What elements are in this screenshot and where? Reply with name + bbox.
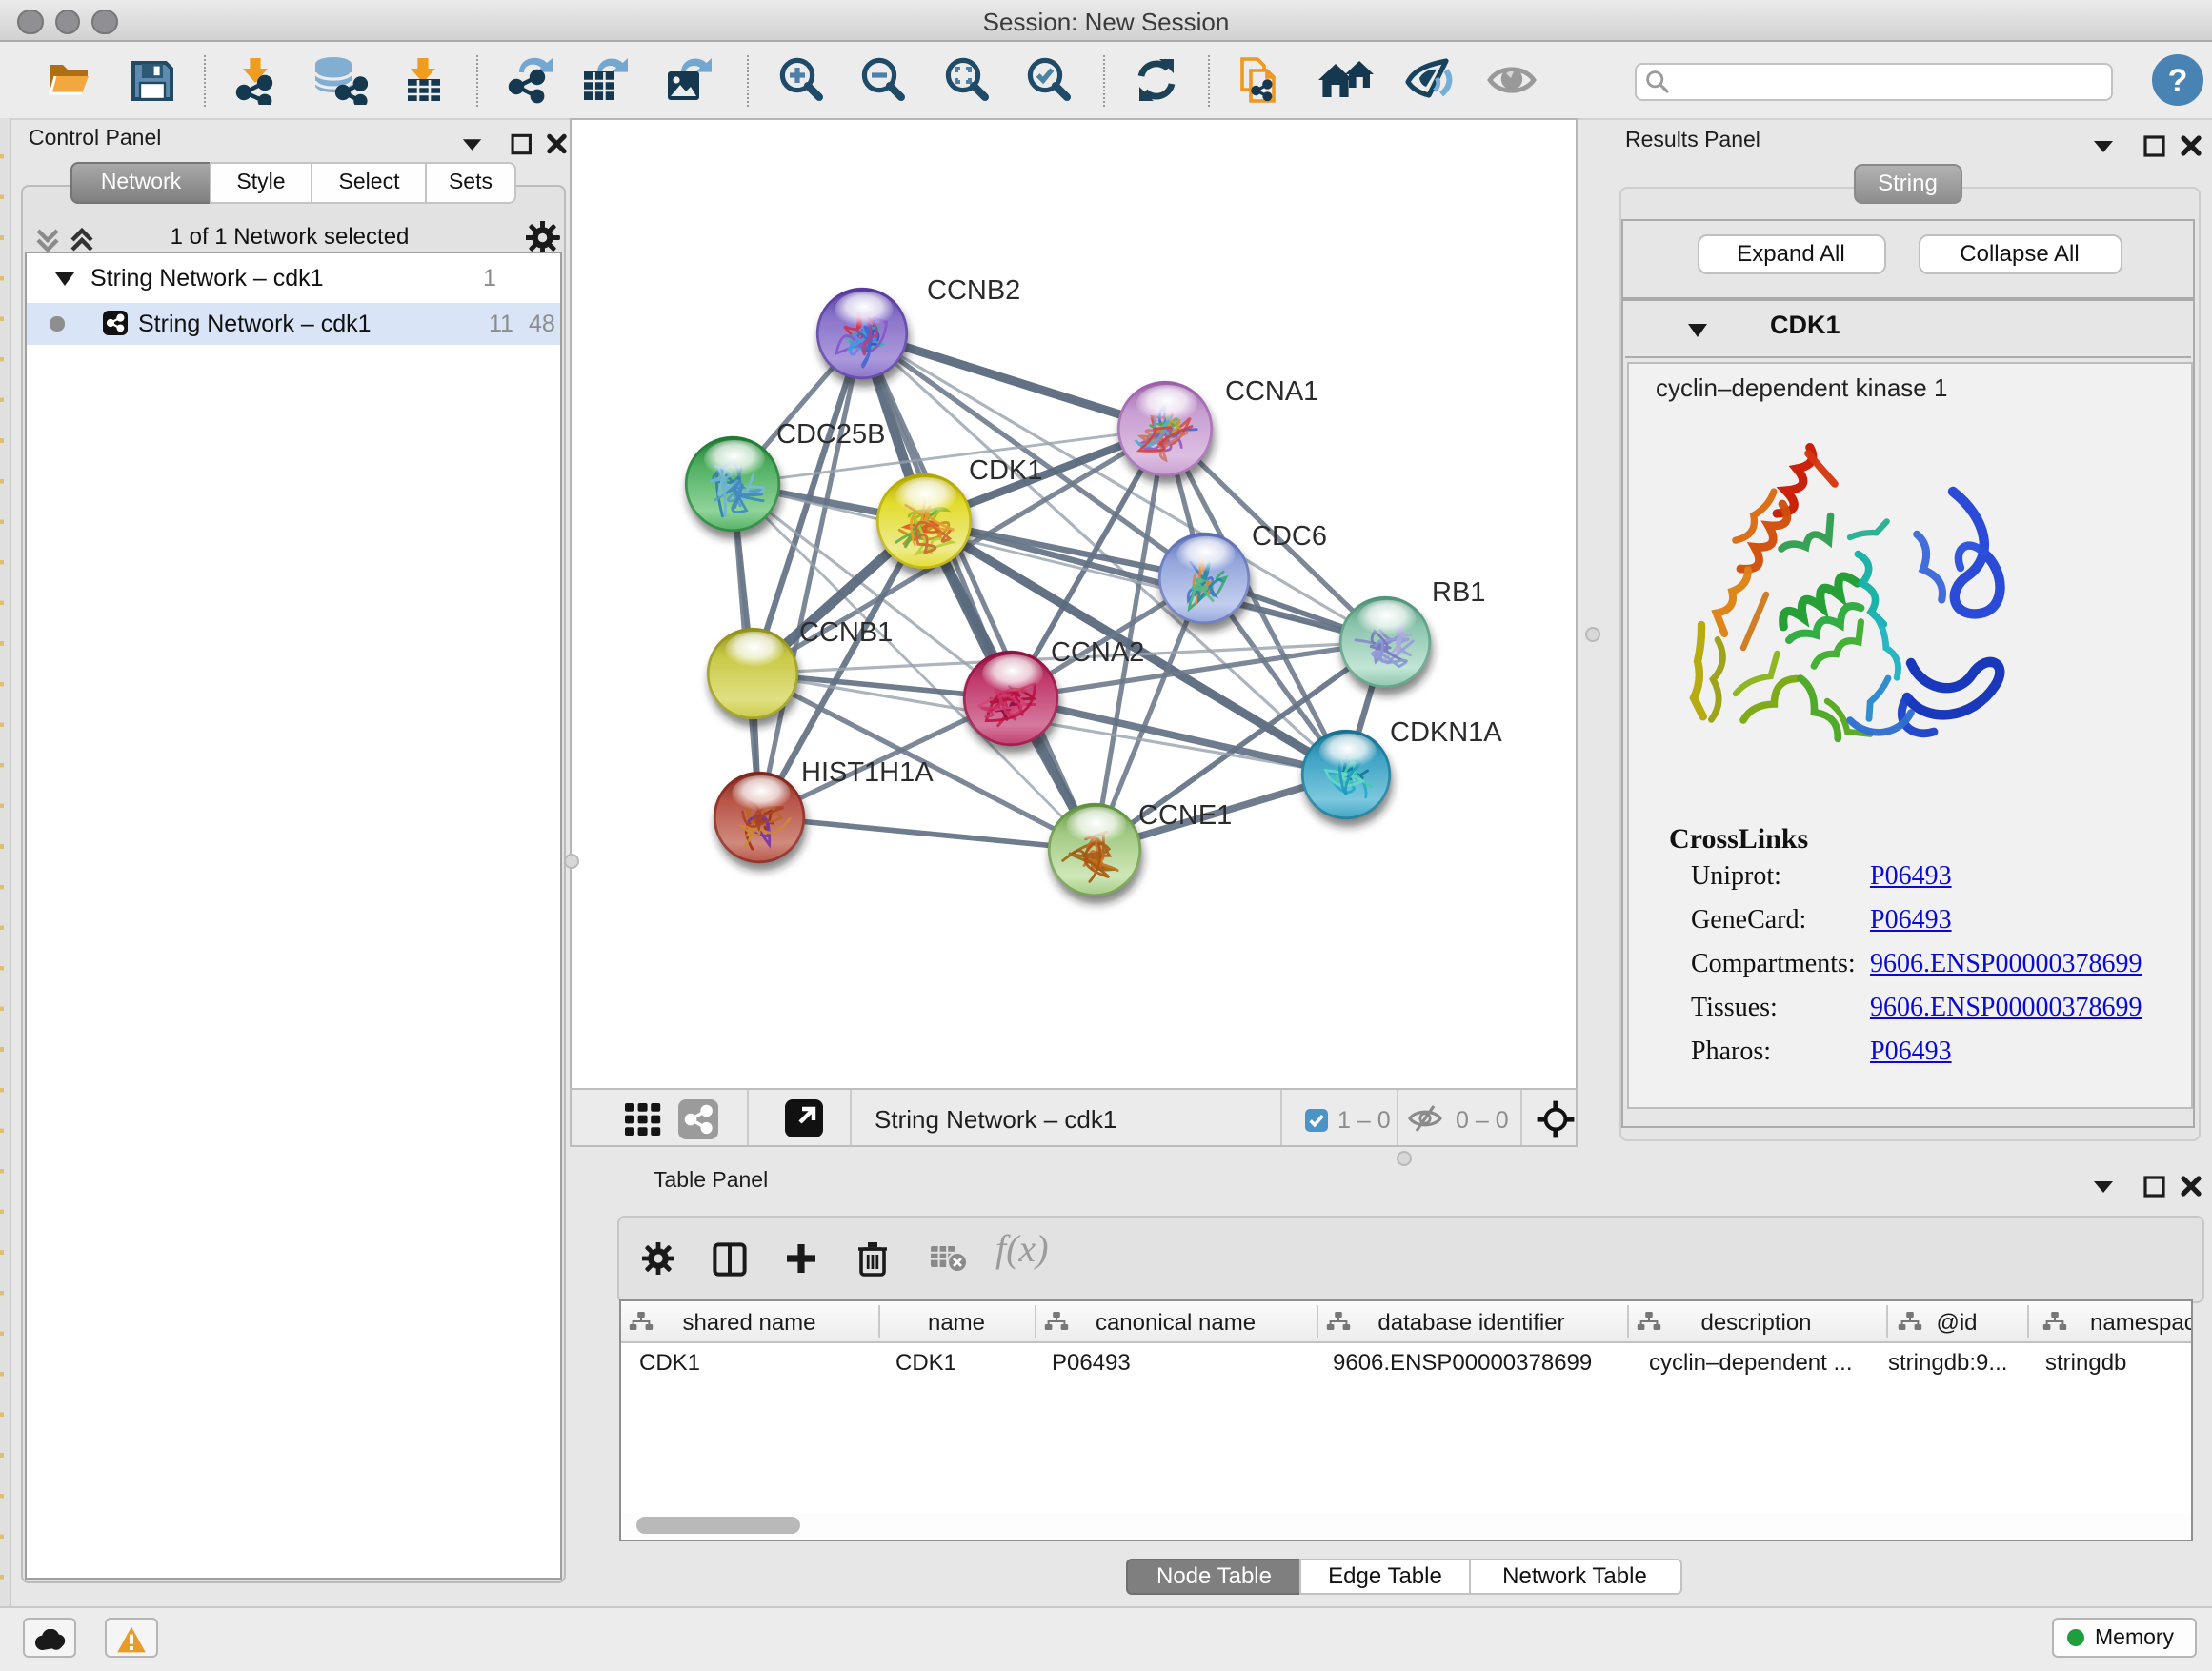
svg-text:CDKN1A: CDKN1A [1390, 717, 1502, 748]
svg-text:RB1: RB1 [1432, 577, 1485, 608]
svg-text:CCNE1: CCNE1 [1138, 800, 1232, 831]
svg-text:CCNA2: CCNA2 [1051, 637, 1144, 668]
svg-text:CDC25B: CDC25B [776, 419, 885, 450]
svg-text:CDK1: CDK1 [969, 455, 1042, 486]
svg-text:CCNB1: CCNB1 [799, 617, 893, 648]
svg-text:CCNB2: CCNB2 [927, 275, 1020, 306]
svg-text:HIST1H1A: HIST1H1A [801, 757, 934, 788]
svg-text:CDC6: CDC6 [1252, 521, 1327, 552]
svg-text:CCNA1: CCNA1 [1225, 376, 1318, 407]
svg-text:?: ? [2168, 63, 2188, 99]
